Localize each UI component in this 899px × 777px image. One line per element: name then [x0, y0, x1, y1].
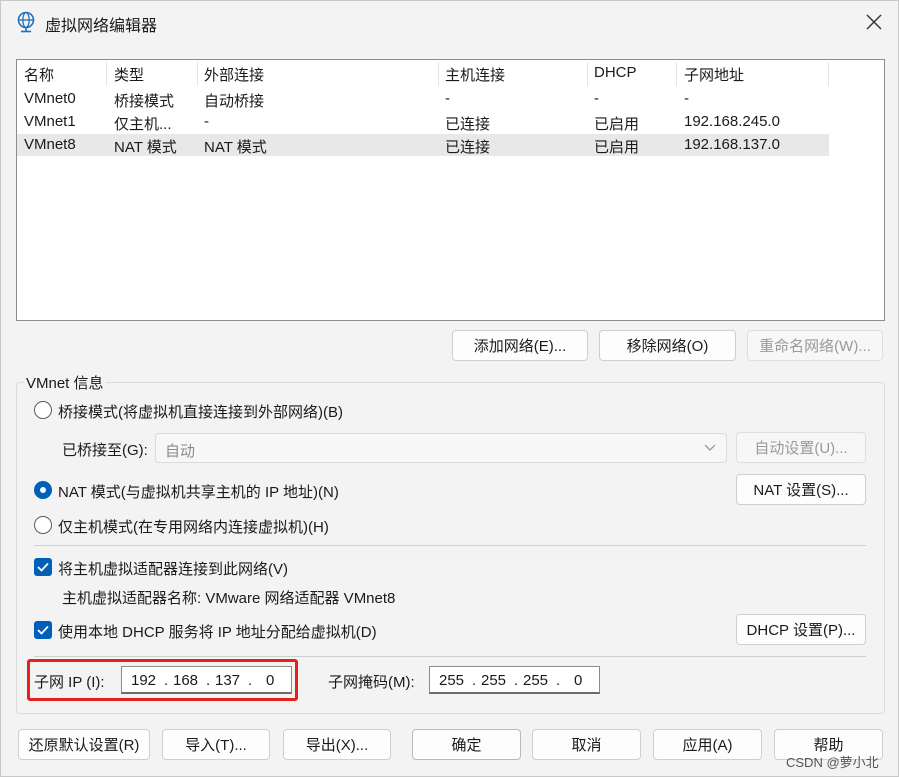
checkmark-icon [37, 625, 49, 635]
ok-button[interactable]: 确定 [412, 729, 521, 760]
nat-settings-button[interactable]: NAT 设置(S)... [736, 474, 866, 505]
cell-dhcp: 已启用 [594, 116, 640, 133]
subnet-mask-octet: 255 [523, 672, 549, 689]
column-divider[interactable] [438, 62, 439, 86]
remove-network-button[interactable]: 移除网络(O) [599, 330, 736, 361]
cell-dhcp: 已启用 [594, 139, 640, 156]
dhcp-checkbox[interactable] [34, 621, 52, 639]
import-button[interactable]: 导入(T)... [162, 729, 270, 760]
table-row[interactable]: VMnet1 仅主机... - 已连接 已启用 192.168.245.0 [17, 111, 829, 133]
column-header-name[interactable]: 名称 [24, 64, 54, 85]
host-only-mode-label[interactable]: 仅主机模式(在专用网络内连接虚拟机)(H) [58, 516, 329, 537]
network-list[interactable]: 名称 类型 外部连接 主机连接 DHCP 子网地址 VMnet0 桥接模式 自动… [16, 59, 885, 321]
cell-external: - [204, 113, 209, 130]
cell-name: VMnet1 [24, 113, 76, 130]
column-divider[interactable] [587, 62, 588, 86]
bridged-mode-radio[interactable] [34, 401, 52, 419]
divider [34, 545, 866, 546]
cell-host: 已连接 [445, 139, 491, 156]
cell-type: NAT 模式 [114, 139, 177, 156]
cell-subnet: 192.168.137.0 [684, 136, 780, 153]
bridged-mode-label[interactable]: 桥接模式(将虚拟机直接连接到外部网络)(B) [58, 401, 343, 422]
close-button[interactable] [854, 5, 894, 39]
host-only-mode-radio[interactable] [34, 516, 52, 534]
table-header: 名称 类型 外部连接 主机连接 DHCP 子网地址 [17, 62, 829, 86]
add-network-button[interactable]: 添加网络(E)... [452, 330, 588, 361]
checkmark-icon [37, 562, 49, 572]
cell-type: 仅主机... [114, 116, 172, 133]
cell-subnet: - [684, 90, 689, 107]
cell-host: 已连接 [445, 116, 491, 133]
subnet-mask-input[interactable]: 255 . 255 . 255 . 0 [429, 666, 600, 694]
dhcp-label[interactable]: 使用本地 DHCP 服务将 IP 地址分配给虚拟机(D) [58, 621, 377, 642]
bridged-to-label: 已桥接至(G): [62, 442, 148, 459]
table-row[interactable]: VMnet0 桥接模式 自动桥接 - - - [17, 88, 829, 110]
watermark-text: CSDN @萝小北 [786, 755, 879, 770]
bridged-to-select[interactable]: 自动 [155, 433, 727, 463]
divider [34, 656, 866, 657]
subnet-mask-octet: 255 [439, 672, 465, 689]
vmnet-info-title: VMnet 信息 [24, 372, 106, 393]
apply-button[interactable]: 应用(A) [653, 729, 762, 760]
column-divider[interactable] [676, 62, 677, 86]
cell-external: NAT 模式 [204, 139, 267, 156]
chevron-down-icon [704, 444, 716, 451]
cell-external: 自动桥接 [204, 93, 265, 110]
window-title: 虚拟网络编辑器 [45, 18, 158, 35]
nat-mode-radio[interactable] [34, 481, 52, 499]
globe-icon [17, 11, 35, 33]
column-divider[interactable] [828, 62, 829, 86]
column-header-dhcp[interactable]: DHCP [594, 64, 637, 81]
column-divider[interactable] [106, 62, 107, 86]
cancel-button[interactable]: 取消 [532, 729, 641, 760]
cell-name: VMnet8 [24, 136, 76, 153]
cell-subnet: 192.168.245.0 [684, 113, 780, 130]
cell-dhcp: - [594, 90, 599, 107]
bridged-to-value: 自动 [165, 443, 196, 460]
export-button[interactable]: 导出(X)... [283, 729, 391, 760]
dhcp-settings-button[interactable]: DHCP 设置(P)... [736, 614, 866, 645]
column-header-host[interactable]: 主机连接 [445, 64, 505, 85]
subnet-ip-highlight-annotation [27, 659, 298, 701]
rename-network-button[interactable]: 重命名网络(W)... [747, 330, 883, 361]
subnet-mask-label: 子网掩码(M): [328, 674, 415, 691]
auto-settings-button[interactable]: 自动设置(U)... [736, 432, 866, 463]
cell-type: 桥接模式 [114, 93, 175, 110]
column-divider[interactable] [197, 62, 198, 86]
connect-adapter-checkbox[interactable] [34, 558, 52, 576]
column-header-external[interactable]: 外部连接 [204, 64, 264, 85]
connect-adapter-label[interactable]: 将主机虚拟适配器连接到此网络(V) [58, 558, 288, 579]
cell-name: VMnet0 [24, 90, 76, 107]
cell-host: - [445, 90, 450, 107]
close-icon [866, 14, 882, 30]
subnet-mask-octet: 255 [481, 672, 507, 689]
subnet-mask-octet: 0 [574, 672, 583, 689]
table-row-selected[interactable]: VMnet8 NAT 模式 NAT 模式 已连接 已启用 192.168.137… [17, 134, 829, 156]
column-header-subnet[interactable]: 子网地址 [684, 64, 744, 85]
restore-defaults-button[interactable]: 还原默认设置(R) [18, 729, 150, 760]
column-header-type[interactable]: 类型 [114, 64, 144, 85]
nat-mode-label[interactable]: NAT 模式(与虚拟机共享主机的 IP 地址)(N) [58, 481, 339, 502]
adapter-name-text: 主机虚拟适配器名称: VMware 网络适配器 VMnet8 [62, 590, 396, 607]
title-bar: 虚拟网络编辑器 [1, 1, 898, 43]
virtual-network-editor-window: 虚拟网络编辑器 名称 类型 外部连接 主机连接 DHCP 子网地址 VMnet0… [0, 0, 899, 777]
